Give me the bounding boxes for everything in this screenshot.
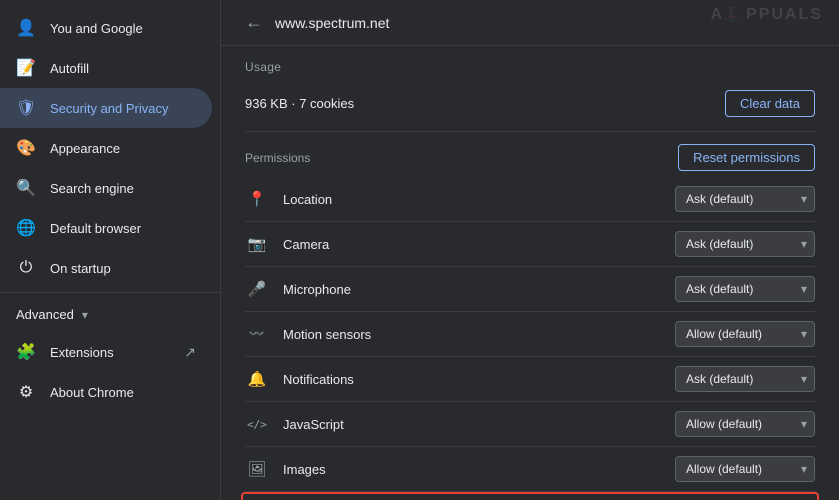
sidebar-item-on-startup[interactable]: ⏻ On startup [0, 248, 212, 288]
default-browser-icon: 🌐 [16, 218, 36, 238]
permission-label-images: Images [283, 462, 675, 477]
sidebar-item-default-browser[interactable]: 🌐 Default browser [0, 208, 212, 248]
location-icon: 📍 [245, 190, 269, 208]
sidebar: 👤 You and Google 📝 Autofill 🛡 Security a… [0, 0, 220, 500]
permission-label-motion-sensors: Motion sensors [283, 327, 675, 342]
images-select-wrapper: Allow (default) Block [675, 456, 815, 482]
microphone-select-wrapper: Ask (default) Allow Block [675, 276, 815, 302]
permission-row-camera: 📷 Camera Ask (default) Allow Block [245, 222, 815, 267]
motion-sensors-select[interactable]: Allow (default) Block [675, 321, 815, 347]
location-select[interactable]: Ask (default) Allow Block [675, 186, 815, 212]
external-link-icon: ↗ [184, 344, 196, 361]
javascript-select[interactable]: Allow (default) Block [675, 411, 815, 437]
content-area: Usage 936 KB · 7 cookies Clear data Perm… [221, 46, 839, 500]
sidebar-item-search-engine[interactable]: 🔍 Search engine [0, 168, 212, 208]
usage-section-label: Usage [245, 46, 815, 82]
permission-label-javascript: JavaScript [283, 417, 675, 432]
clear-data-button[interactable]: Clear data [725, 90, 815, 117]
sidebar-item-label: About Chrome [50, 385, 196, 400]
page-header: ← www.spectrum.net A🎩PPUALS [221, 0, 839, 46]
sidebar-item-label: You and Google [50, 21, 196, 36]
sidebar-item-label: Search engine [50, 181, 196, 196]
permission-label-microphone: Microphone [283, 282, 675, 297]
permission-label-location: Location [283, 192, 675, 207]
camera-select-wrapper: Ask (default) Allow Block [675, 231, 815, 257]
appuals-logo: A🎩PPUALS [711, 4, 823, 24]
javascript-select-wrapper: Allow (default) Block [675, 411, 815, 437]
sidebar-item-about-chrome[interactable]: ⚙ About Chrome [0, 372, 212, 412]
extensions-icon: 🧩 [16, 342, 36, 362]
about-chrome-icon: ⚙ [16, 382, 36, 402]
microphone-icon: 🎤 [245, 280, 269, 298]
chevron-down-icon: ▾ [82, 308, 88, 322]
security-icon: 🛡 [16, 98, 36, 118]
motion-sensors-icon: 〰️ [245, 326, 269, 342]
usage-info: 936 KB · 7 cookies [245, 96, 354, 111]
location-select-wrapper: Ask (default) Allow Block [675, 186, 815, 212]
site-url: www.spectrum.net [275, 15, 389, 31]
permission-label-notifications: Notifications [283, 372, 675, 387]
camera-select[interactable]: Ask (default) Allow Block [675, 231, 815, 257]
sidebar-item-label: Appearance [50, 141, 196, 156]
images-icon: 🖼 [245, 460, 269, 478]
permission-row-javascript: </> JavaScript Allow (default) Block [245, 402, 815, 447]
images-select[interactable]: Allow (default) Block [675, 456, 815, 482]
you-google-icon: 👤 [16, 18, 36, 38]
motion-sensors-select-wrapper: Allow (default) Block [675, 321, 815, 347]
permission-row-notifications: 🔔 Notifications Ask (default) Allow Bloc… [245, 357, 815, 402]
permission-row-microphone: 🎤 Microphone Ask (default) Allow Block [245, 267, 815, 312]
sidebar-divider [0, 292, 220, 293]
sidebar-item-appearance[interactable]: 🎨 Appearance [0, 128, 212, 168]
sidebar-item-extensions[interactable]: 🧩 Extensions ↗ [0, 332, 212, 372]
camera-icon: 📷 [245, 235, 269, 253]
notifications-select[interactable]: Ask (default) Allow Block [675, 366, 815, 392]
javascript-icon: </> [245, 418, 269, 431]
permission-row-motion-sensors: 〰️ Motion sensors Allow (default) Block [245, 312, 815, 357]
sidebar-item-label: Extensions [50, 345, 184, 360]
sidebar-item-security-privacy[interactable]: 🛡 Security and Privacy [0, 88, 212, 128]
sidebar-item-autofill[interactable]: 📝 Autofill [0, 48, 212, 88]
permission-row-images: 🖼 Images Allow (default) Block [245, 447, 815, 492]
sidebar-item-label: Security and Privacy [50, 101, 196, 116]
advanced-label: Advanced [16, 307, 74, 322]
permission-row-location: 📍 Location Ask (default) Allow Block [245, 177, 815, 222]
main-content: ← www.spectrum.net A🎩PPUALS Usage 936 KB… [220, 0, 839, 500]
sidebar-item-you-google[interactable]: 👤 You and Google [0, 8, 212, 48]
autofill-icon: 📝 [16, 58, 36, 78]
microphone-select[interactable]: Ask (default) Allow Block [675, 276, 815, 302]
sidebar-item-label: On startup [50, 261, 196, 276]
back-button[interactable]: ← [245, 12, 263, 33]
usage-row: 936 KB · 7 cookies Clear data [245, 82, 815, 132]
on-startup-icon: ⏻ [16, 258, 36, 278]
permission-label-camera: Camera [283, 237, 675, 252]
advanced-section[interactable]: Advanced ▾ [0, 297, 220, 332]
permission-row-popups: ⊔ Pop-ups and redirects Block (default) … [241, 492, 819, 500]
search-engine-icon: 🔍 [16, 178, 36, 198]
notifications-icon: 🔔 [245, 370, 269, 388]
permissions-header: Permissions Reset permissions [245, 132, 815, 177]
sidebar-item-label: Default browser [50, 221, 196, 236]
permissions-label: Permissions [245, 151, 310, 165]
notifications-select-wrapper: Ask (default) Allow Block [675, 366, 815, 392]
sidebar-item-label: Autofill [50, 61, 196, 76]
appearance-icon: 🎨 [16, 138, 36, 158]
reset-permissions-button[interactable]: Reset permissions [678, 144, 815, 171]
